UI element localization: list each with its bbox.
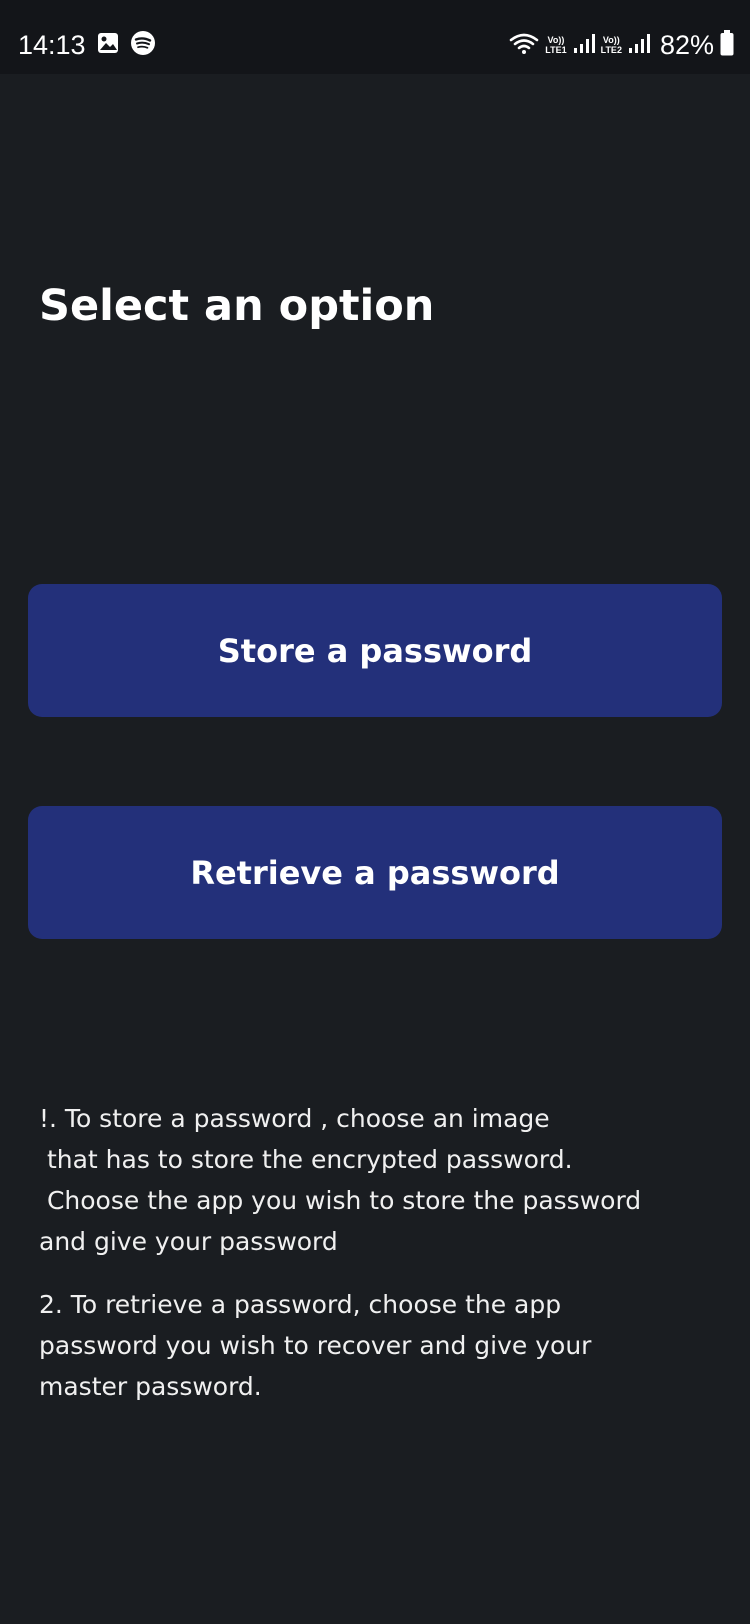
- store-instructions: !. To store a password , choose an image…: [39, 1098, 739, 1262]
- sim2-volte-label: Vo)): [602, 35, 620, 45]
- status-bar-left: 14:13: [18, 30, 156, 60]
- sim1-volte-label: Vo)): [547, 35, 565, 45]
- status-bar: 14:13 Vo)) LTE1 Vo)) LTE2 82%: [0, 0, 750, 74]
- wifi-icon: [509, 31, 539, 59]
- retrieve-instructions: 2. To retrieve a password, choose the ap…: [39, 1284, 739, 1407]
- sim1-lte-label: LTE1: [545, 45, 567, 55]
- page-title: Select an option: [39, 281, 435, 331]
- battery-icon: [720, 30, 734, 60]
- instruction-line: and give your password: [39, 1227, 338, 1256]
- gallery-icon: [96, 31, 120, 59]
- signal-icon: [628, 32, 650, 58]
- signal-icon: [573, 32, 595, 58]
- instruction-line: password you wish to recover and give yo…: [39, 1331, 592, 1360]
- spotify-icon: [130, 30, 156, 60]
- instruction-line: master password.: [39, 1372, 262, 1401]
- sim2-lte-label: LTE2: [600, 45, 622, 55]
- instructions: !. To store a password , choose an image…: [39, 1098, 739, 1429]
- sim2-network-label: Vo)) LTE2: [601, 35, 622, 55]
- instruction-line: that has to store the encrypted password…: [39, 1145, 573, 1174]
- instruction-line: 2. To retrieve a password, choose the ap…: [39, 1290, 562, 1319]
- sim1-network-label: Vo)) LTE1: [545, 35, 566, 55]
- store-password-button[interactable]: Store a password: [28, 584, 722, 717]
- status-time: 14:13: [18, 29, 86, 60]
- retrieve-password-button[interactable]: Retrieve a password: [28, 806, 722, 939]
- instruction-line: Choose the app you wish to store the pas…: [39, 1186, 642, 1215]
- instruction-line: !. To store a password , choose an image: [39, 1104, 550, 1133]
- battery-percentage: 82%: [659, 29, 714, 60]
- status-bar-right: Vo)) LTE1 Vo)) LTE2 82%: [509, 30, 734, 60]
